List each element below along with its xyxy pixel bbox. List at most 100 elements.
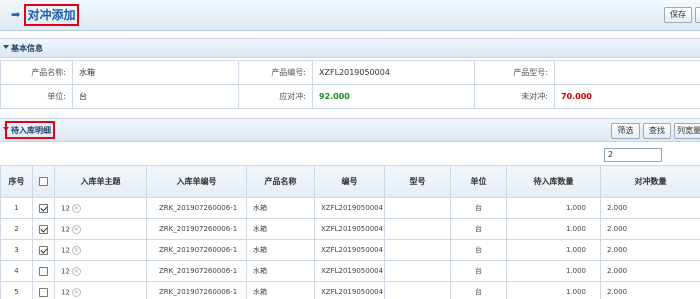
unit-value: 台 — [72, 84, 239, 109]
table-header-row: 序号 入库单主题 入库单编号 产品名称 编号 型号 单位 待入库数量 对冲数量 — [0, 165, 700, 198]
table-row[interactable]: 3 12 ✕ ZRK_201907260006-1 水箱 XZFL2019050004 台 1… — [0, 239, 700, 261]
row-no-text: XZFL2019050004 — [321, 288, 384, 296]
checkbox-icon[interactable] — [39, 177, 48, 186]
col-product-name[interactable]: 产品名称 — [246, 165, 315, 198]
col-theme[interactable]: 入库单主题 — [54, 165, 147, 198]
clear-x-icon[interactable]: ✕ — [71, 287, 81, 297]
save-button[interactable]: 保存 — [664, 7, 692, 23]
row-unit-text: 台 — [475, 267, 482, 275]
row-product-name-text: 水箱 — [253, 288, 267, 296]
table-row[interactable]: 1 12 ✕ ZRK_201907260006-1 水箱 XZFL2019050004 台 1… — [0, 197, 700, 219]
row-hedge-qty[interactable]: 2.000 — [600, 197, 700, 219]
row-seq: 1 — [0, 197, 33, 219]
unit-label: 单位: — [0, 84, 73, 109]
row-hedge-qty[interactable]: 2.000 — [600, 260, 700, 282]
row-checkbox[interactable] — [32, 218, 55, 240]
table-row[interactable]: 4 12 ✕ ZRK_201907260006-1 水箱 XZFL2019050004 台 1… — [0, 260, 700, 282]
row-pending-qty: 1.000 — [506, 239, 601, 261]
info-row-2: 单位: 台 应对冲: 92.000 未对冲: 70.000 — [0, 84, 700, 109]
row-model — [384, 239, 451, 261]
unhedged-value: 70.000 — [561, 92, 592, 101]
basic-info-table: 产品名称: 水箱 产品编号: XZFL2019050004 产品型号: 单位: … — [0, 60, 700, 109]
col-seq[interactable]: 序号 — [0, 165, 33, 198]
row-pending-qty: 1.000 — [506, 260, 601, 282]
col-model[interactable]: 型号 — [384, 165, 451, 198]
row-pending-qty: 1.000 — [506, 218, 601, 240]
clear-x-icon[interactable]: ✕ — [71, 224, 81, 234]
col-no[interactable]: 编号 — [314, 165, 385, 198]
table-row[interactable]: 5 12 ✕ ZRK_201907260006-1 水箱 XZFL2019050004 台 1… — [0, 281, 700, 299]
row-theme: 12 ✕ — [54, 281, 147, 299]
row-pending-qty-text: 1.000 — [565, 225, 586, 233]
row-product-name: 水箱 — [246, 239, 315, 261]
table-body: 1 12 ✕ ZRK_201907260006-1 水箱 XZFL2019050004 台 1… — [0, 197, 700, 299]
detail-header[interactable]: 待入库明细 筛选 查找 列宽量 — [0, 118, 700, 142]
product-no-label: 产品编号: — [238, 60, 313, 85]
col-hedge-qty[interactable]: 对冲数量 — [600, 165, 700, 198]
row-unit-text: 台 — [475, 246, 482, 254]
collapse-triangle-icon — [3, 45, 9, 49]
row-checkbox[interactable] — [32, 197, 55, 219]
row-no: XZFL2019050004 — [314, 239, 385, 261]
row-theme: 12 ✕ — [54, 260, 147, 282]
row-hedge-qty[interactable]: 2.000 — [600, 239, 700, 261]
table-row[interactable]: 2 12 ✕ ZRK_201907260006-1 水箱 XZFL2019050004 台 1… — [0, 218, 700, 240]
clear-x-icon[interactable]: ✕ — [71, 245, 81, 255]
clear-x-icon[interactable]: ✕ — [71, 266, 81, 276]
row-unit-text: 台 — [475, 204, 482, 212]
detail-table: 序号 入库单主题 入库单编号 产品名称 编号 型号 单位 待入库数量 对冲数量 … — [0, 165, 700, 299]
row-no: XZFL2019050004 — [314, 281, 385, 299]
row-pending-qty-text: 1.000 — [565, 246, 586, 254]
row-product-name: 水箱 — [246, 197, 315, 219]
row-model — [384, 281, 451, 299]
row-theme-text: 12 — [61, 204, 70, 212]
checkbox-icon[interactable] — [39, 203, 48, 213]
basic-info-header[interactable]: 基本信息 — [0, 38, 700, 58]
row-theme-text: 12 — [61, 246, 70, 254]
checkbox-icon[interactable] — [39, 224, 48, 234]
row-model — [384, 218, 451, 240]
row-no-text: XZFL2019050004 — [321, 204, 384, 212]
checkbox-icon[interactable] — [39, 266, 48, 276]
clear-x-icon[interactable]: ✕ — [71, 203, 81, 213]
column-width-button[interactable]: 列宽量 — [674, 123, 700, 139]
row-code-text: ZRK_201907260006-1 — [159, 288, 238, 296]
row-theme: 12 ✕ — [54, 197, 147, 219]
find-button[interactable]: 查找 — [643, 123, 671, 139]
arrow-right-icon: ➡ — [11, 8, 21, 21]
product-model-value — [554, 60, 700, 85]
product-name-label: 产品名称: — [0, 60, 73, 85]
more-button[interactable] — [695, 7, 700, 23]
row-seq-text: 3 — [14, 246, 19, 254]
page-number-input[interactable]: 2 — [604, 148, 662, 162]
col-pending-qty[interactable]: 待入库数量 — [506, 165, 601, 198]
row-product-name-text: 水箱 — [253, 246, 267, 254]
top-bar: ➡ 对冲添加 保存 — [0, 0, 700, 31]
row-code-text: ZRK_201907260006-1 — [159, 246, 238, 254]
row-code-text: ZRK_201907260006-1 — [159, 204, 238, 212]
row-product-name: 水箱 — [246, 281, 315, 299]
row-unit-text: 台 — [475, 225, 482, 233]
row-no: XZFL2019050004 — [314, 197, 385, 219]
row-checkbox[interactable] — [32, 281, 55, 299]
row-unit: 台 — [450, 260, 507, 282]
product-no-value: XZFL2019050004 — [312, 60, 475, 85]
col-unit[interactable]: 单位 — [450, 165, 507, 198]
checkbox-icon[interactable] — [39, 245, 48, 255]
checkbox-icon[interactable] — [39, 287, 48, 297]
filter-button[interactable]: 筛选 — [611, 123, 640, 139]
row-checkbox[interactable] — [32, 239, 55, 261]
row-unit: 台 — [450, 239, 507, 261]
row-product-name-text: 水箱 — [253, 204, 267, 212]
row-code: ZRK_201907260006-1 — [146, 281, 247, 299]
row-hedge-qty[interactable]: 2.000 — [600, 218, 700, 240]
product-model-label: 产品型号: — [474, 60, 555, 85]
page-title: 对冲添加 — [24, 4, 79, 26]
row-hedge-qty[interactable]: 2.000 — [600, 281, 700, 299]
col-code[interactable]: 入库单编号 — [146, 165, 247, 198]
col-select-all[interactable] — [32, 165, 55, 198]
row-checkbox[interactable] — [32, 260, 55, 282]
unhedged-label: 未对冲: — [474, 84, 555, 109]
detail-label: 待入库明细 — [11, 126, 51, 135]
info-row-1: 产品名称: 水箱 产品编号: XZFL2019050004 产品型号: — [0, 60, 700, 85]
